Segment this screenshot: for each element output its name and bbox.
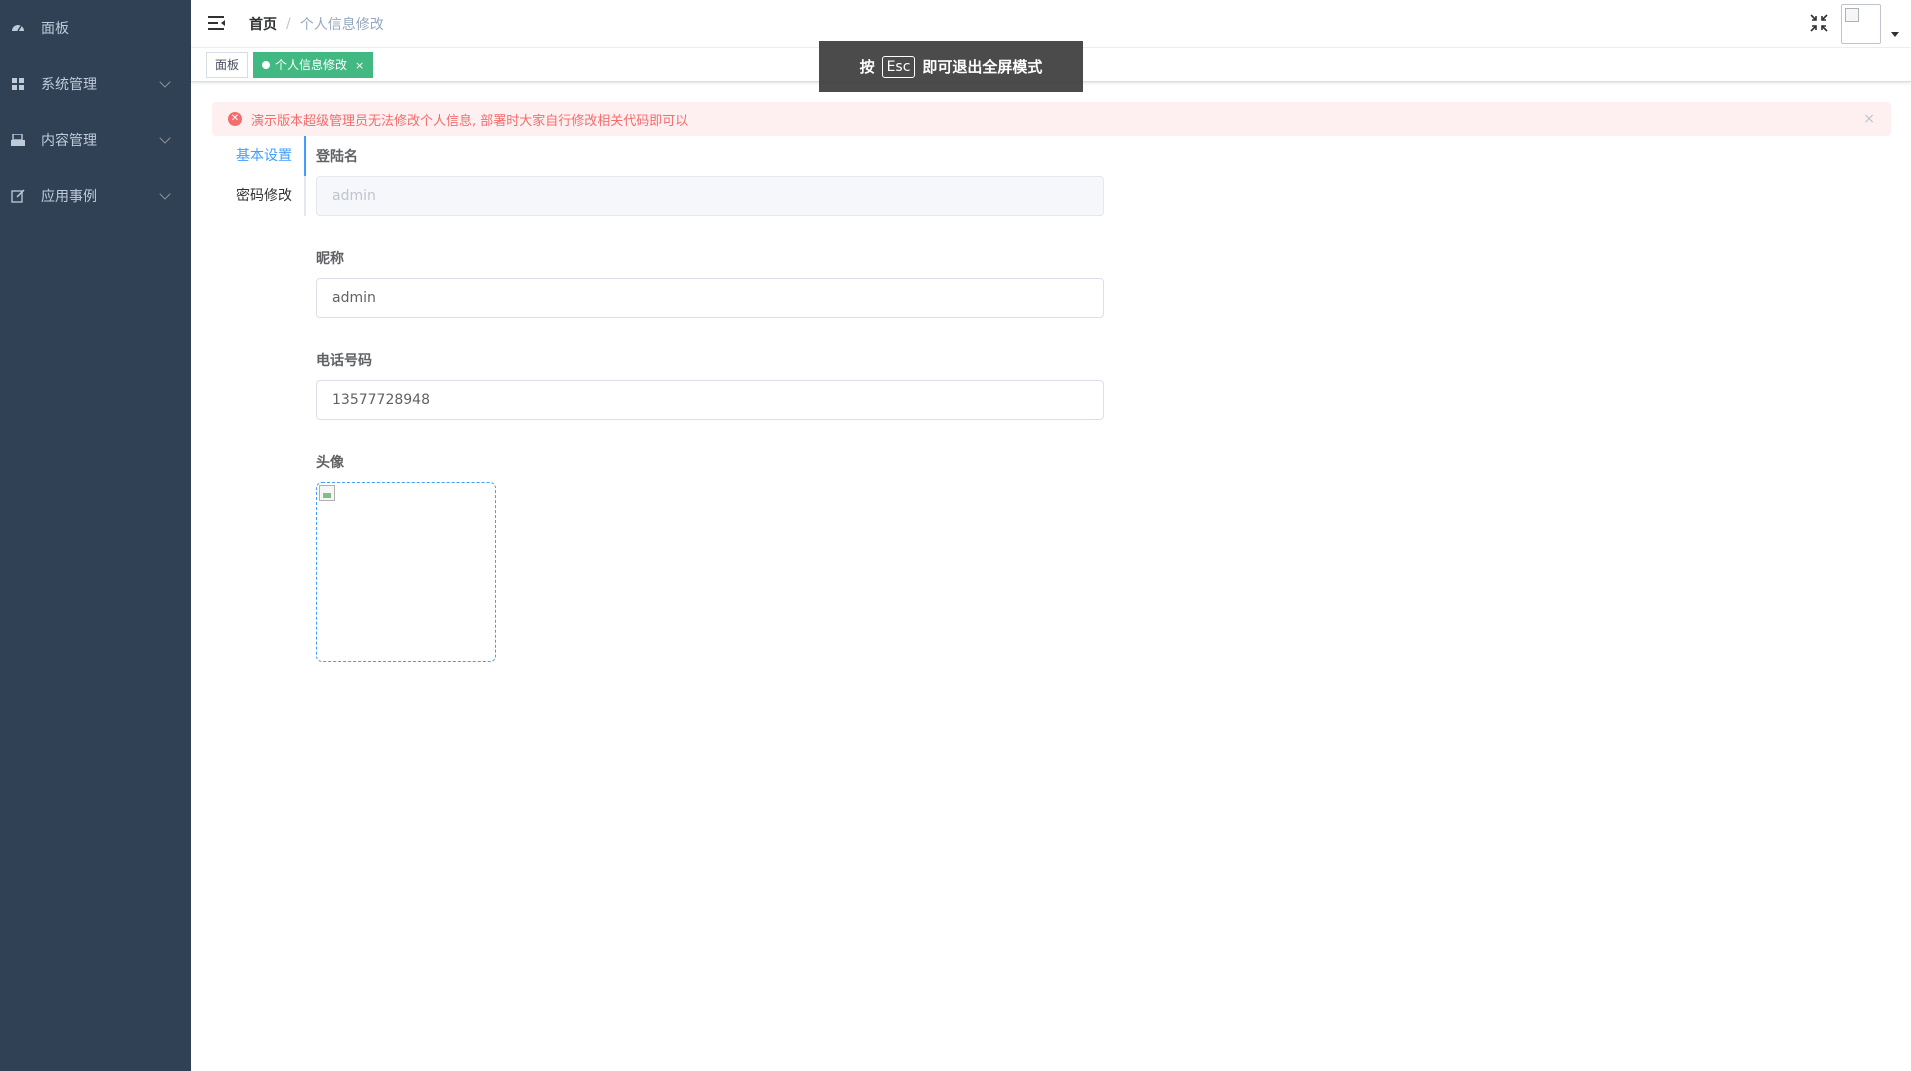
settings-tabs: 基本设置 密码修改 — [212, 136, 306, 216]
breadcrumb-separator: / — [286, 16, 291, 32]
sidebar-item-examples[interactable]: 应用事例 — [0, 168, 191, 224]
close-icon[interactable]: × — [355, 59, 364, 72]
grid-icon — [11, 77, 25, 91]
username-label: 登陆名 — [316, 149, 358, 165]
tag-profile[interactable]: 个人信息修改 × — [253, 52, 374, 78]
nickname-label: 昵称 — [316, 251, 344, 267]
avatar[interactable] — [1841, 4, 1881, 44]
sidebar: 面板 系统管理 内容管理 应用事例 — [0, 0, 191, 1071]
breadcrumb-home-link[interactable]: 首页 — [249, 14, 277, 34]
breadcrumb-current: 个人信息修改 — [299, 17, 384, 33]
breadcrumb: 首页 / 个人信息修改 — [249, 14, 384, 34]
chevron-down-icon — [159, 188, 171, 200]
chevron-down-icon — [159, 132, 171, 144]
sidebar-item-label: 系统管理 — [41, 77, 97, 93]
broken-image-icon — [1845, 8, 1859, 22]
phone-label: 电话号码 — [316, 353, 372, 369]
content-icon — [11, 133, 25, 147]
close-icon[interactable]: × — [1863, 111, 1875, 127]
tag-dashboard[interactable]: 面板 — [206, 52, 249, 78]
sidebar-item-content[interactable]: 内容管理 — [0, 112, 191, 168]
esc-key: Esc — [881, 55, 916, 78]
active-dot-icon — [262, 60, 270, 69]
nickname-field[interactable] — [316, 278, 1104, 318]
avatar-uploader[interactable] — [316, 482, 496, 662]
tab-password-change[interactable]: 密码修改 — [236, 176, 292, 216]
alert-message: 演示版本超级管理员无法修改个人信息, 部署时大家自行修改相关代码即可以 — [251, 113, 689, 129]
caret-down-icon[interactable] — [1891, 32, 1899, 37]
edit-icon — [11, 189, 25, 203]
sidebar-item-label: 应用事例 — [41, 189, 97, 205]
tag-label: 面板 — [215, 58, 240, 72]
hamburger-icon[interactable] — [208, 14, 226, 32]
avatar-label: 头像 — [316, 455, 344, 471]
toast-suffix: 即可退出全屏模式 — [922, 58, 1043, 76]
fullscreen-toast: 按 Esc 即可退出全屏模式 — [819, 41, 1083, 92]
error-circle-icon: ✕ — [228, 112, 242, 126]
sidebar-item-label: 面板 — [41, 21, 69, 37]
sidebar-item-dashboard[interactable]: 面板 — [0, 0, 191, 56]
tab-basic-settings[interactable]: 基本设置 — [236, 136, 292, 176]
active-tab-indicator — [304, 136, 306, 176]
broken-image-icon — [319, 485, 335, 501]
exit-fullscreen-icon[interactable] — [1809, 13, 1829, 33]
phone-field[interactable] — [316, 380, 1104, 420]
error-alert: ✕ 演示版本超级管理员无法修改个人信息, 部署时大家自行修改相关代码即可以 × — [212, 102, 1891, 136]
toast-prefix: 按 — [859, 58, 875, 76]
tag-label: 个人信息修改 — [275, 58, 348, 72]
sidebar-item-system[interactable]: 系统管理 — [0, 56, 191, 112]
username-field — [316, 176, 1104, 216]
dashboard-icon — [11, 21, 25, 35]
chevron-down-icon — [159, 76, 171, 88]
sidebar-item-label: 内容管理 — [41, 133, 97, 149]
